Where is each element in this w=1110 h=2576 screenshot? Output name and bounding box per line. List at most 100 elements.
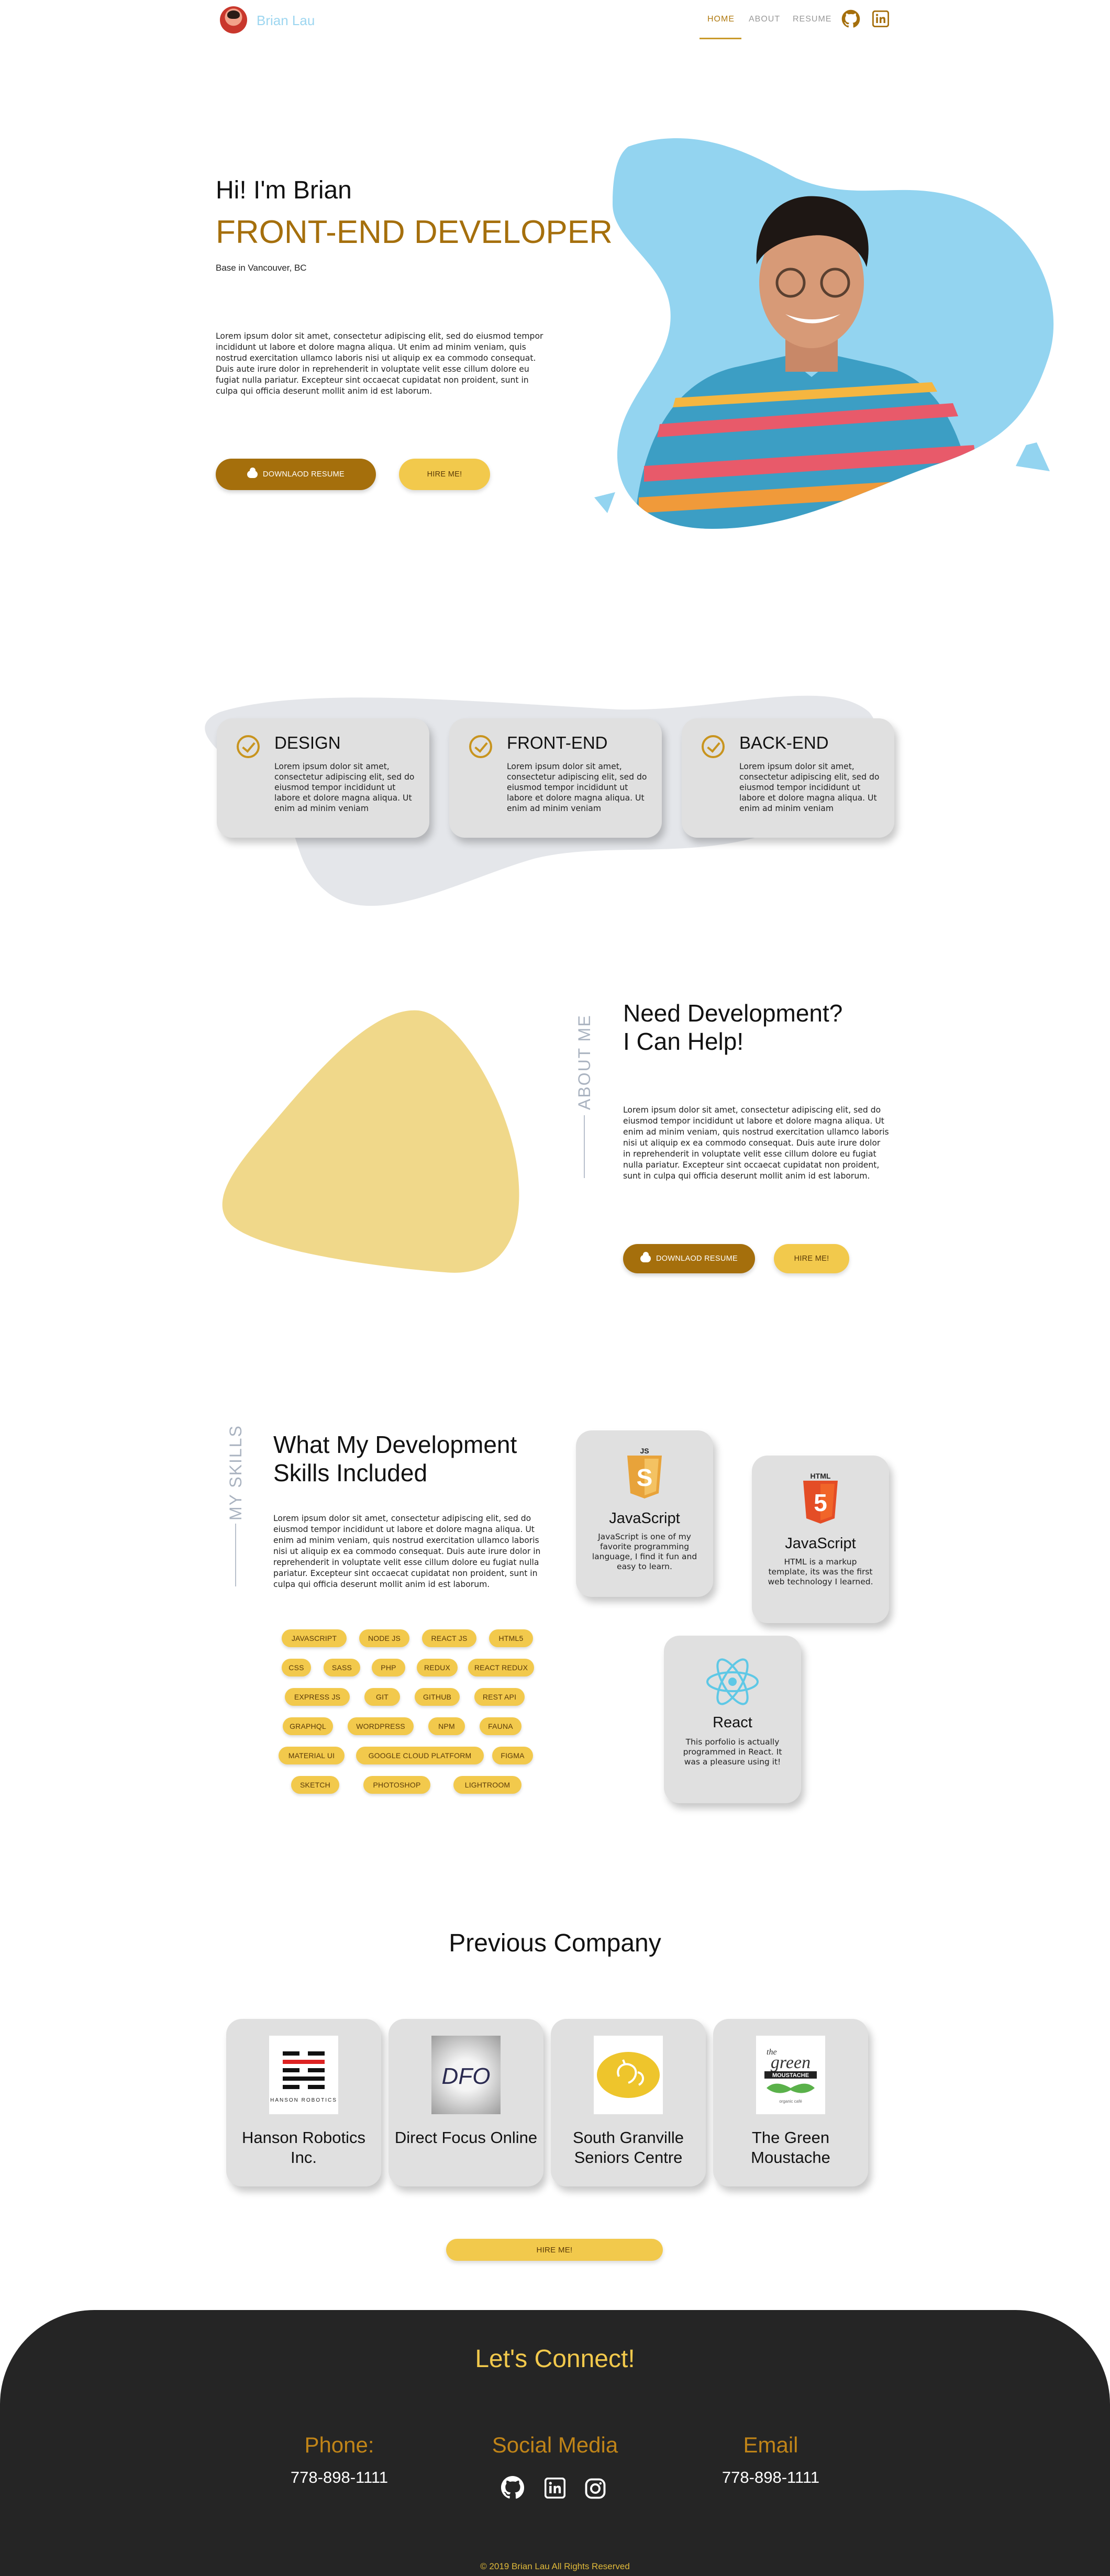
skill-card-desc: This porfolio is actually programmed in … (683, 1737, 782, 1767)
hero-location: Base in Vancouver, BC (216, 263, 307, 273)
direct-focus-logo: DFO (431, 2036, 501, 2114)
svg-text:organic café: organic café (779, 2099, 802, 2104)
skill-tag: REST API (474, 1688, 525, 1706)
skill-card-desc: HTML is a markup template, its was the f… (768, 1557, 873, 1586)
skills-heading-line2: Skills Included (273, 1459, 428, 1486)
brand-name[interactable]: Brian Lau (257, 13, 315, 29)
html5-shield-icon: 5 HTML (803, 1472, 838, 1524)
company-name: Direct Focus Online (394, 2128, 538, 2147)
service-title: FRONT-END (507, 733, 608, 752)
svg-text:HANSON ROBOTICS: HANSON ROBOTICS (270, 2097, 337, 2103)
skill-tag: SKETCH (291, 1776, 339, 1794)
svg-text:5: 5 (814, 1489, 827, 1516)
company-name: The Green Moustache (751, 2128, 830, 2167)
avatar (220, 6, 247, 34)
phone-title: Phone: (304, 2433, 374, 2457)
companies-hire-me-button[interactable]: HIRE ME! (446, 2239, 663, 2261)
skill-tag: CSS (282, 1659, 311, 1676)
skills-heading: What My Development Skills Included (273, 1430, 517, 1487)
skill-tag: NODE JS (359, 1629, 409, 1647)
skill-tag: LIGHTROOM (453, 1776, 521, 1794)
skill-tag: FIGMA (492, 1747, 533, 1764)
nav-resume[interactable]: RESUME (793, 15, 831, 24)
about-side-line (584, 1115, 585, 1178)
cloud-download-icon (247, 468, 258, 478)
skill-card-desc: JavaScript is one of my favorite program… (592, 1532, 697, 1571)
company-card: South Granville Seniors Centre (551, 2019, 706, 2186)
about-heading: Need Development? I Can Help! (623, 999, 842, 1056)
about-download-resume-button[interactable]: DOWNLAOD RESUME (623, 1244, 755, 1273)
email-title: Email (743, 2433, 798, 2457)
copyright: © 2019 Brian Lau All Rights Reserved (480, 2561, 630, 2571)
email-value[interactable]: 778-898-1111 (692, 2468, 849, 2487)
company-card: DFO Direct Focus Online (389, 2019, 543, 2186)
hire-me-button[interactable]: HIRE ME! (399, 459, 490, 490)
company-card: the green MOUSTACHE organic café The Gre… (713, 2019, 868, 2186)
social-title: Social Media (492, 2433, 618, 2457)
skill-tag: NPM (428, 1717, 465, 1735)
svg-text:DFO: DFO (442, 2063, 491, 2089)
service-title: DESIGN (274, 733, 341, 752)
about-description: Lorem ipsum dolor sit amet, consectetur … (623, 1105, 889, 1181)
about-heading-line1: Need Development? (623, 1000, 843, 1027)
nav-active-indicator (700, 38, 741, 39)
hanson-robotics-logo: HANSON ROBOTICS (269, 2036, 338, 2114)
hero-description: Lorem ipsum dolor sit amet, consectetur … (216, 331, 543, 396)
check-circle-icon (702, 735, 725, 758)
linkedin-icon[interactable] (545, 2478, 565, 2499)
skill-card-name: JavaScript (609, 1510, 680, 1527)
download-resume-label: DOWNLAOD RESUME (263, 470, 345, 479)
svg-text:S: S (637, 1464, 653, 1491)
svg-text:HTML: HTML (811, 1472, 831, 1480)
skill-tag: REACT REDUX (468, 1659, 534, 1676)
nav-about[interactable]: ABOUT (749, 15, 780, 24)
skill-card-name: JavaScript (785, 1535, 856, 1552)
download-resume-label: DOWNLAOD RESUME (656, 1254, 738, 1263)
about-yellow-blob (222, 1010, 519, 1273)
skills-side-line (235, 1524, 236, 1586)
skill-tag: MATERIAL UI (279, 1747, 345, 1764)
about-heading-line2: I Can Help! (623, 1028, 744, 1055)
skill-card-javascript: S JS JavaScript JavaScript is one of my … (576, 1430, 713, 1597)
hero-blob-image (594, 138, 1054, 529)
service-title: BACK-END (739, 733, 829, 752)
svg-text:MOUSTACHE: MOUSTACHE (772, 2072, 809, 2079)
service-text: Lorem ipsum dolor sit amet, consectetur … (507, 762, 647, 813)
check-circle-icon (237, 735, 260, 758)
github-icon[interactable] (501, 2475, 525, 2500)
cloud-download-icon (640, 1252, 651, 1262)
hero-greeting: Hi! I'm Brian (216, 176, 352, 204)
company-card: HANSON ROBOTICS Hanson Robotics Inc. (226, 2019, 381, 2186)
js-shield-icon: S JS (627, 1447, 662, 1498)
download-resume-button[interactable]: DOWNLAOD RESUME (216, 459, 376, 490)
skill-tag: GIT (364, 1688, 400, 1706)
nav-home[interactable]: HOME (707, 15, 735, 24)
skill-tag: FAUNA (480, 1717, 521, 1735)
service-card-backend: BACK-END Lorem ipsum dolor sit amet, con… (682, 718, 894, 838)
about-hire-me-button[interactable]: HIRE ME! (774, 1244, 849, 1273)
check-circle-icon (469, 735, 492, 758)
skill-tag: REACT JS (422, 1629, 476, 1647)
service-card-design: DESIGN Lorem ipsum dolor sit amet, conse… (217, 718, 429, 838)
service-card-frontend: FRONT-END Lorem ipsum dolor sit amet, co… (449, 718, 662, 838)
skill-tag: WORDPRESS (348, 1717, 414, 1735)
green-moustache-logo: the green MOUSTACHE organic café (756, 2036, 825, 2114)
skill-tag: SASS (324, 1659, 360, 1676)
footer-title: Let's Connect! (475, 2345, 635, 2373)
github-icon[interactable] (841, 9, 860, 28)
skill-tag: HTML5 (489, 1629, 533, 1647)
linkedin-icon[interactable] (872, 10, 889, 27)
skill-card-name: React (713, 1714, 752, 1731)
companies-heading: Previous Company (449, 1929, 661, 1957)
skill-tag: EXPRESS JS (285, 1688, 350, 1706)
company-name: Hanson Robotics Inc. (241, 2128, 366, 2167)
service-text: Lorem ipsum dolor sit amet, consectetur … (274, 762, 415, 813)
skill-card-react: React This porfolio is actually programm… (664, 1636, 801, 1803)
south-granville-logo (594, 2036, 663, 2114)
instagram-icon[interactable] (584, 2478, 606, 2500)
react-atom-icon (706, 1658, 759, 1705)
skill-tag: GRAPHQL (283, 1717, 333, 1735)
about-side-label: ABOUT ME (575, 1014, 594, 1110)
phone-value[interactable]: 778-898-1111 (261, 2468, 418, 2487)
skill-tag: REDUX (417, 1659, 458, 1676)
